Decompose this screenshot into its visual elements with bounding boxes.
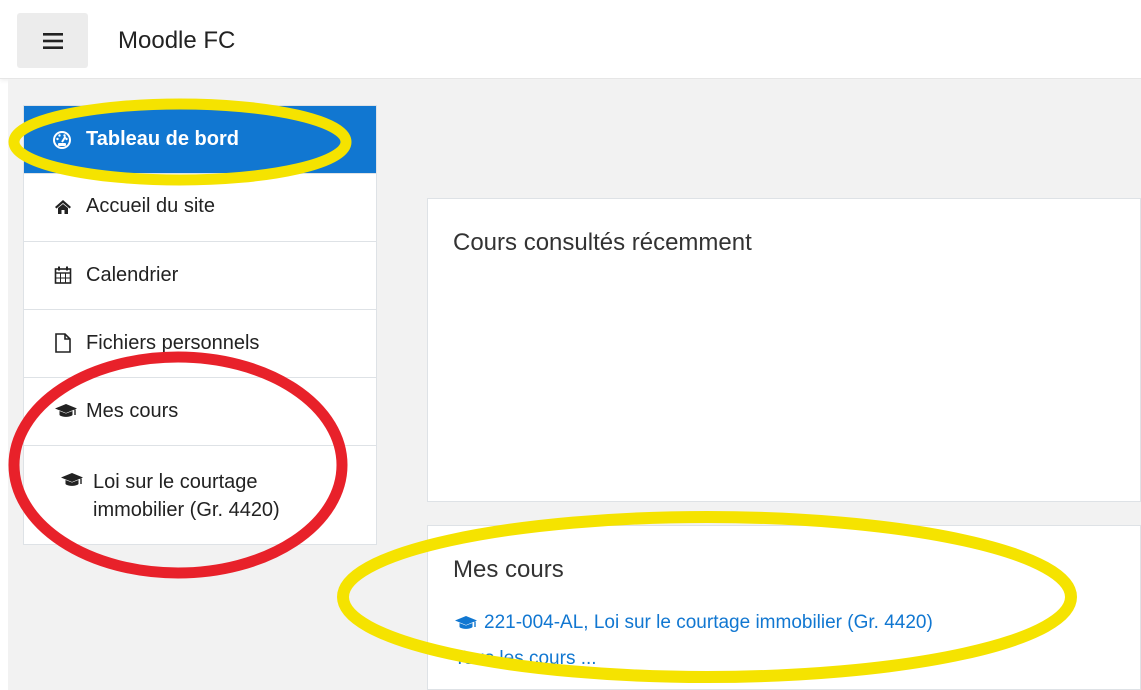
sidebar-nav: Tableau de bord Accueil du site Calendri… [23, 105, 377, 545]
sidebar-item-private-files[interactable]: Fichiers personnels [24, 310, 376, 378]
hamburger-menu-icon [42, 32, 63, 49]
course-link-label: 221-004-AL, Loi sur le courtage immobili… [484, 612, 933, 633]
hamburger-menu-button[interactable] [17, 13, 88, 68]
recent-courses-block: Cours consultés récemment [427, 198, 1141, 502]
sidebar-item-calendar[interactable]: Calendrier [24, 242, 376, 310]
sidebar-item-label: Mes cours [86, 400, 179, 422]
top-navbar: Moodle FC [0, 0, 1141, 79]
recent-courses-title: Cours consultés récemment [453, 229, 752, 256]
graduation-cap-icon [60, 472, 84, 488]
dashboard-icon [52, 130, 72, 150]
my-courses-title: Mes cours [453, 556, 564, 583]
sidebar-item-my-courses[interactable]: Mes cours [24, 378, 376, 446]
sidebar-item-dashboard[interactable]: Tableau de bord [24, 106, 376, 174]
all-courses-link[interactable]: Tous les cours ... [454, 648, 597, 670]
sidebar-item-label: Tableau de bord [86, 128, 239, 150]
sidebar-item-label: Calendrier [86, 264, 179, 286]
course-link[interactable]: 221-004-AL, Loi sur le courtage immobili… [454, 612, 933, 634]
sidebar-item-course[interactable]: Loi sur le courtage immobilier (Gr. 4420… [24, 446, 376, 544]
site-name[interactable]: Moodle FC [118, 27, 235, 55]
sidebar-item-home[interactable]: Accueil du site [24, 174, 376, 242]
sidebar-item-label-line1: Loi sur le courtage [93, 471, 258, 493]
sidebar-item-label: Loi sur le courtage immobilier (Gr. 4420… [93, 468, 280, 524]
graduation-cap-icon [455, 616, 477, 629]
graduation-cap-icon [54, 403, 78, 419]
sidebar-item-label-line2: immobilier (Gr. 4420) [93, 499, 280, 521]
home-icon [54, 199, 72, 215]
sidebar-item-label: Accueil du site [86, 195, 215, 217]
sidebar-item-label: Fichiers personnels [86, 332, 260, 354]
calendar-icon [54, 266, 72, 284]
file-icon [55, 333, 71, 353]
